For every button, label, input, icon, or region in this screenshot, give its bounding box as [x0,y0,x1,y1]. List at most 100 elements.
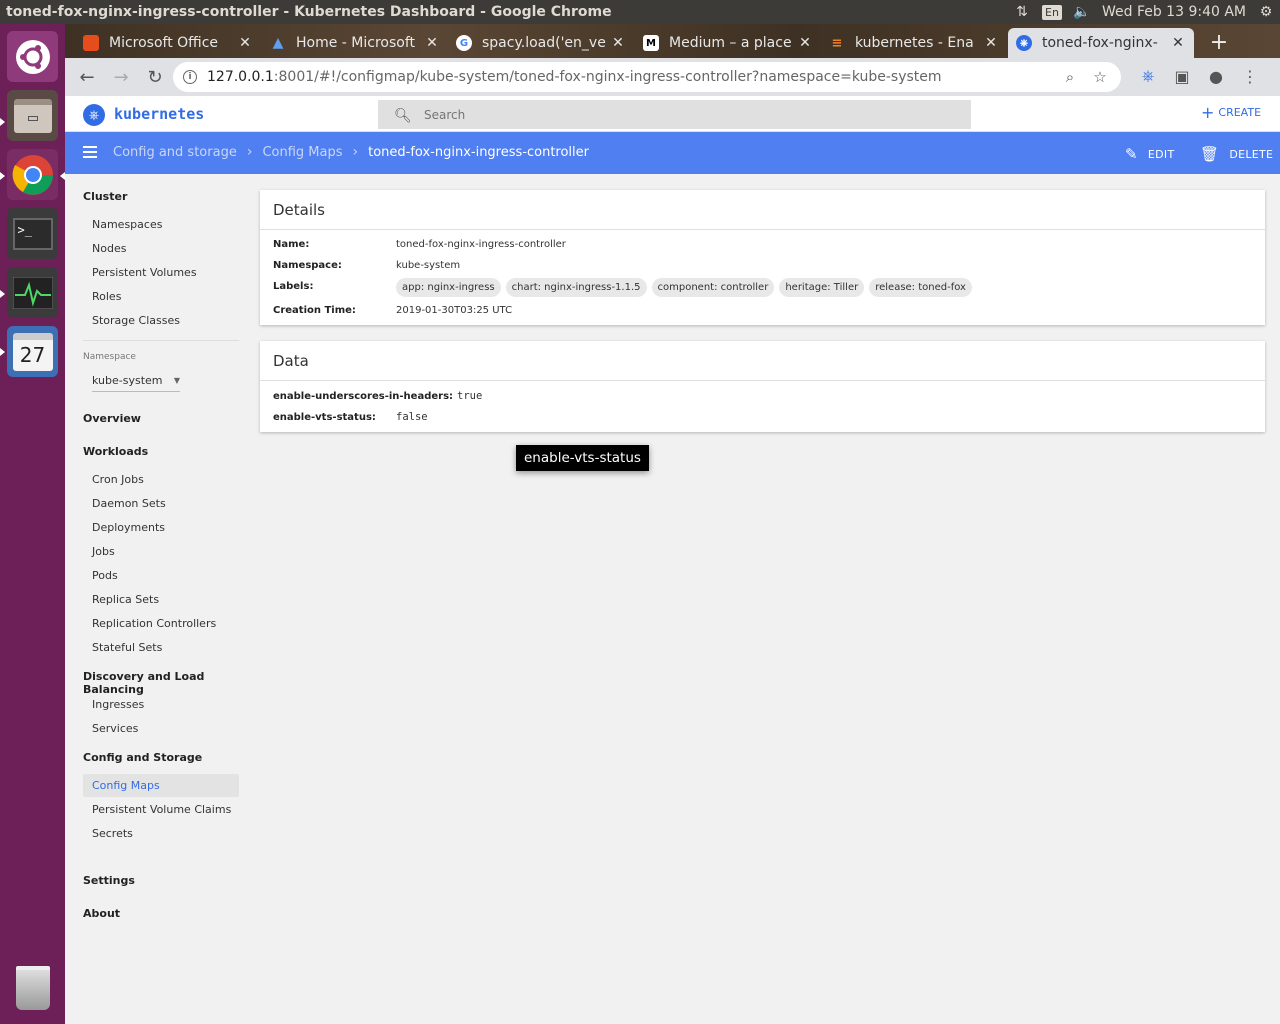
detail-row-name: Name: toned-fox-nginx-ingress-controller [273,239,566,250]
calendar-icon[interactable]: 27 [7,326,58,377]
chevron-right-icon: › [246,144,253,160]
sidebar-config[interactable]: Config and Storage [83,751,202,764]
address-bar[interactable]: i 127.0.0.1:8001/#!/configmap/kube-syste… [173,62,1121,92]
sidebar-item-cron-jobs[interactable]: Cron Jobs [92,473,144,486]
create-button[interactable]: + CREATE [1201,102,1261,122]
edit-button[interactable]: ✎ EDIT [1125,145,1174,163]
ubuntu-launcher: >_ 27 [0,24,65,1024]
data-row: enable-underscores-in-headers: true [273,390,483,402]
sidebar-about[interactable]: About [83,907,120,920]
browser-tab[interactable]: ▲ Home - Microsoft ✕ [262,28,448,58]
sidebar-item-stateful-sets[interactable]: Stateful Sets [92,641,162,654]
keyboard-layout-indicator[interactable]: En [1042,4,1062,20]
search-box[interactable]: 🔍︎ [378,100,971,129]
search-input[interactable] [424,107,924,122]
detail-row-creation-time: Creation Time: 2019-01-30T03:25 UTC [273,305,513,316]
ubuntu-dash-icon[interactable] [7,31,58,82]
breadcrumb-config-maps[interactable]: Config Maps [262,145,342,160]
tab-close-icon[interactable]: ✕ [983,35,999,51]
tab-close-icon[interactable]: ✕ [797,35,813,51]
sidebar-item-deployments[interactable]: Deployments [92,521,165,534]
hamburger-menu-icon[interactable] [83,146,97,158]
forward-button[interactable]: → [107,63,135,91]
namespace-label: Namespace [83,352,136,362]
trash-icon[interactable] [7,962,58,1013]
url-path: :8001/#!/configmap/kube-system/toned-fox… [273,69,942,85]
volume-icon[interactable]: 🔈 [1073,4,1090,20]
action-bar: Config and storage › Config Maps › toned… [65,132,1280,174]
sidebar-item-replication-controllers[interactable]: Replication Controllers [92,617,216,630]
sidebar-item-namespaces[interactable]: Namespaces [92,218,162,231]
extension-icon[interactable]: ⎈ [1137,63,1159,89]
sidebar-item-persistent-volumes[interactable]: Persistent Volumes [92,266,197,279]
sidebar-item-jobs[interactable]: Jobs [92,545,115,558]
medium-icon: M [643,35,659,51]
sidebar-item-config-maps[interactable]: Config Maps [92,779,160,792]
breadcrumb: Config and storage › Config Maps › toned… [113,144,589,160]
stackoverflow-icon: ≡ [831,35,843,51]
sidebar-settings[interactable]: Settings [83,874,135,887]
sidebar-overview[interactable]: Overview [83,412,141,425]
sidebar-item-pods[interactable]: Pods [92,569,118,582]
label-chip: chart: nginx-ingress-1.1.5 [505,278,647,297]
details-title: Details [260,190,1265,230]
power-gear-icon[interactable]: ⚙ [1258,4,1274,20]
bookmark-star-icon[interactable]: ☆ [1089,66,1111,88]
k8s-header: ⎈ kubernetes 🔍︎ + CREATE [65,96,1280,132]
sidebar-item-secrets[interactable]: Secrets [92,827,133,840]
breadcrumb-config-and-storage[interactable]: Config and storage [113,145,237,160]
plus-icon: + [1201,102,1215,122]
clock[interactable]: Wed Feb 13 9:40 AM [1102,4,1246,20]
kubernetes-logo-icon[interactable]: ⎈ [83,104,105,126]
cast-icon[interactable]: ▣ [1171,63,1193,89]
delete-button[interactable]: 🗑︎ DELETE [1200,145,1273,163]
brand-name[interactable]: kubernetes [114,105,204,123]
browser-tab[interactable]: M Medium – a place ✕ [635,28,821,58]
label-chip: app: nginx-ingress [396,278,501,297]
breadcrumb-current: toned-fox-nginx-ingress-controller [368,144,589,160]
files-icon[interactable] [7,90,58,141]
sidebar-item-storage-classes[interactable]: Storage Classes [92,314,180,327]
browser-tab[interactable]: Microsoft Office ✕ [75,28,261,58]
terminal-icon[interactable]: >_ [7,208,58,259]
tooltip: enable-vts-status [516,445,649,471]
sidebar-workloads[interactable]: Workloads [83,445,148,458]
tab-close-icon[interactable]: ✕ [424,35,440,51]
label-chip: component: controller [651,278,775,297]
sidebar-cluster[interactable]: Cluster [83,190,127,203]
detail-row-labels: Labels: app: nginx-ingress chart: nginx-… [273,278,972,297]
data-card: Data enable-underscores-in-headers: true… [260,341,1265,432]
back-button[interactable]: ← [73,63,101,91]
browser-tab[interactable]: G spacy.load('en_ve ✕ [448,28,634,58]
browser-tab-strip: Microsoft Office ✕ ▲ Home - Microsoft ✕ … [65,24,1280,58]
sidebar-item-daemon-sets[interactable]: Daemon Sets [92,497,166,510]
chrome-icon[interactable] [7,149,58,200]
details-card: Details Name: toned-fox-nginx-ingress-co… [260,190,1265,325]
chrome-menu-icon[interactable]: ⋮ [1239,63,1261,89]
site-info-icon[interactable]: i [183,70,197,84]
system-monitor-icon[interactable] [7,267,58,318]
system-tray: ⇅ En 🔈 Wed Feb 13 9:40 AM ⚙ [1014,4,1280,20]
tab-close-icon[interactable]: ✕ [610,35,626,51]
sidebar-item-pvc[interactable]: Persistent Volume Claims [92,803,231,816]
google-icon: G [456,35,472,51]
browser-toolbar: ← → ↻ i 127.0.0.1:8001/#!/configmap/kube… [65,58,1280,96]
sidebar-item-replica-sets[interactable]: Replica Sets [92,593,159,606]
sidebar-discovery[interactable]: Discovery and Load Balancing [83,670,248,696]
kubernetes-icon: ⎈ [1016,35,1032,51]
sidebar-item-roles[interactable]: Roles [92,290,121,303]
namespace-selector[interactable]: kube-system ▼ [92,370,180,392]
sidebar-item-ingresses[interactable]: Ingresses [92,698,144,711]
new-tab-button[interactable]: + [1205,30,1233,55]
sidebar-item-nodes[interactable]: Nodes [92,242,126,255]
tab-close-icon[interactable]: ✕ [1170,35,1186,51]
reload-button[interactable]: ↻ [141,63,169,91]
browser-tab[interactable]: ≡ kubernetes - Ena ✕ [821,28,1007,58]
sidebar-item-services[interactable]: Services [92,722,138,735]
zoom-icon[interactable]: ⌕ [1059,66,1081,88]
profile-avatar-icon[interactable]: ● [1205,63,1227,89]
tab-close-icon[interactable]: ✕ [237,35,253,51]
url-host: 127.0.0.1 [207,69,274,85]
browser-tab-active[interactable]: ⎈ toned-fox-nginx- ✕ [1008,28,1194,58]
network-icon[interactable]: ⇅ [1014,4,1030,20]
